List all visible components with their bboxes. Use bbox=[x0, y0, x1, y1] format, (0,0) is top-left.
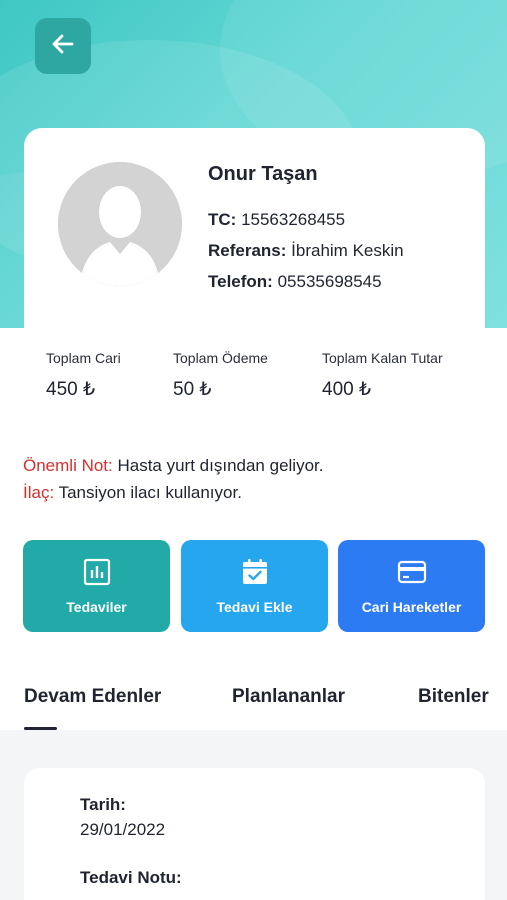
tc-label: TC: bbox=[208, 210, 237, 229]
telefon-label: Telefon: bbox=[208, 272, 273, 291]
total-kalan: Toplam Kalan Tutar 400 ₺ bbox=[322, 350, 443, 401]
medicine-note: İlaç: Tansiyon ilacı kullanıyor. bbox=[23, 479, 323, 506]
total-cari-value: 450 ₺ bbox=[46, 379, 96, 400]
total-odeme-value: 50 ₺ bbox=[173, 379, 212, 400]
referans-line: Referans: İbrahim Keskin bbox=[208, 241, 404, 261]
total-odeme: Toplam Ödeme 50 ₺ bbox=[173, 350, 268, 401]
total-cari-label: Toplam Cari bbox=[46, 350, 121, 366]
important-note: Önemli Not: Hasta yurt dışından geliyor. bbox=[23, 452, 323, 479]
referans-value: İbrahim Keskin bbox=[291, 241, 404, 260]
date-label: Tarih: bbox=[80, 795, 126, 814]
telefon-line: Telefon: 05535698545 bbox=[208, 272, 382, 292]
date-value: 29/01/2022 bbox=[80, 820, 166, 839]
tc-value: 15563268455 bbox=[241, 210, 346, 229]
account-transactions-button[interactable]: Cari Hareketler bbox=[338, 540, 485, 632]
person-placeholder-icon bbox=[58, 162, 182, 286]
tc-line: TC: 15563268455 bbox=[208, 210, 345, 230]
treatments-button-label: Tedaviler bbox=[66, 599, 127, 615]
total-cari: Toplam Cari 450 ₺ bbox=[46, 350, 121, 401]
calendar-check-icon bbox=[240, 557, 270, 587]
total-kalan-value: 400 ₺ bbox=[322, 379, 372, 400]
patient-notes: Önemli Not: Hasta yurt dışından geliyor.… bbox=[23, 452, 323, 506]
back-button[interactable] bbox=[35, 18, 91, 74]
totals-row: Toplam Cari 450 ₺ Toplam Ödeme 50 ₺ Topl… bbox=[0, 350, 507, 410]
important-note-label: Önemli Not: bbox=[23, 456, 113, 475]
chart-icon bbox=[83, 557, 111, 587]
treatments-button[interactable]: Tedaviler bbox=[23, 540, 170, 632]
total-odeme-label: Toplam Ödeme bbox=[173, 350, 268, 366]
arrow-left-icon bbox=[50, 31, 76, 62]
patient-name: Onur Taşan bbox=[208, 163, 318, 185]
add-treatment-button-label: Tedavi Ekle bbox=[216, 599, 293, 615]
medicine-note-text: Tansiyon ilacı kullanıyor. bbox=[54, 483, 242, 502]
profile-card: Onur Taşan TC: 15563268455 Referans: İbr… bbox=[24, 128, 485, 328]
treatment-tabs: Devam Edenler Planlananlar Bitenler bbox=[0, 686, 507, 730]
credit-card-icon bbox=[397, 557, 427, 587]
total-kalan-label: Toplam Kalan Tutar bbox=[322, 350, 443, 366]
tab-ongoing[interactable]: Devam Edenler bbox=[24, 686, 161, 708]
add-treatment-button[interactable]: Tedavi Ekle bbox=[181, 540, 328, 632]
treatment-card[interactable]: Tarih: 29/01/2022 Tedavi Notu: bbox=[24, 768, 485, 900]
medicine-note-label: İlaç: bbox=[23, 483, 55, 502]
important-note-text: Hasta yurt dışından geliyor. bbox=[112, 456, 324, 475]
avatar bbox=[58, 162, 182, 286]
tab-completed[interactable]: Bitenler bbox=[418, 686, 489, 708]
treatment-note-label: Tedavi Notu: bbox=[80, 868, 182, 887]
account-transactions-button-label: Cari Hareketler bbox=[361, 599, 462, 615]
tab-planned[interactable]: Planlananlar bbox=[232, 686, 345, 708]
telefon-value: 05535698545 bbox=[277, 272, 382, 291]
referans-label: Referans: bbox=[208, 241, 287, 260]
